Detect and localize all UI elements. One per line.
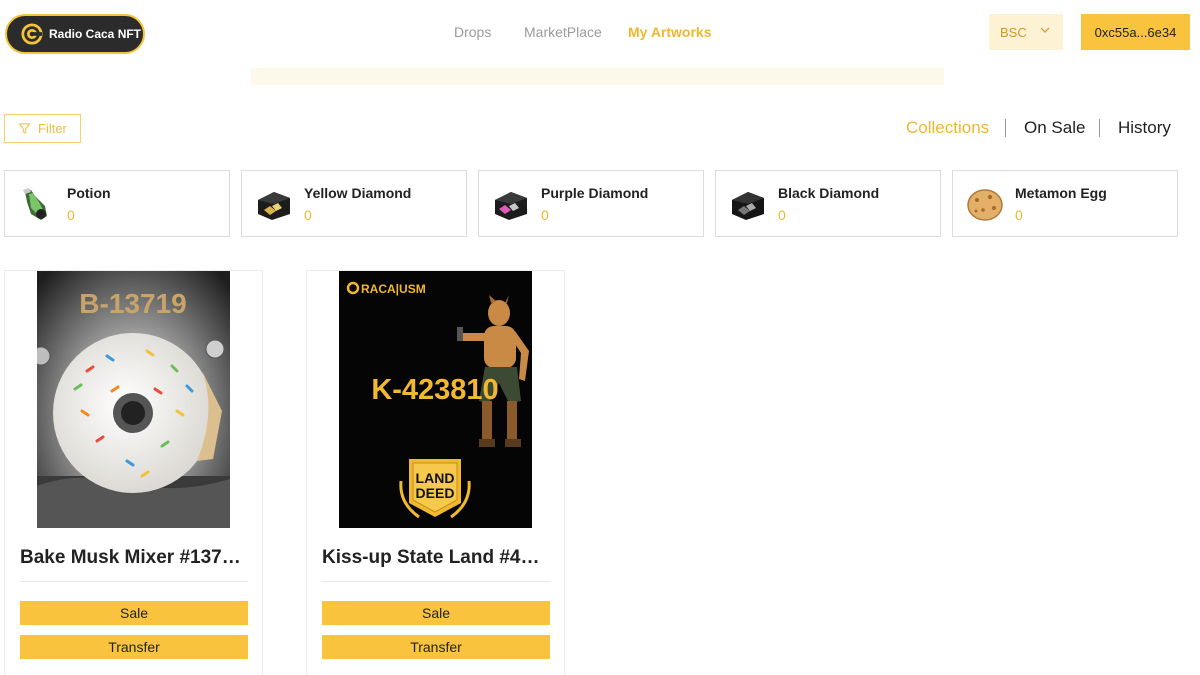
badge-line2: DEED bbox=[416, 485, 455, 501]
metamon-egg-icon bbox=[967, 189, 1003, 221]
artwork-image-land-deed[interactable]: RACA|USM K-423810 LAND DEED bbox=[339, 271, 532, 528]
top-header: Radio Caca NFT Drops MarketPlace My Artw… bbox=[0, 0, 1200, 68]
artwork-card[interactable]: RACA|USM K-423810 LAND DEED Kiss-up Stat… bbox=[306, 270, 565, 675]
tab-collections[interactable]: Collections bbox=[906, 118, 989, 138]
artwork-label-text: K-423810 bbox=[371, 374, 498, 406]
artwork-image-donut[interactable]: B-13719 bbox=[37, 271, 230, 528]
chain-selector-value: BSC bbox=[1000, 24, 1027, 40]
collection-name: Purple Diamond bbox=[541, 185, 649, 201]
transfer-button[interactable]: Transfer bbox=[322, 635, 550, 659]
logo-text: Radio Caca NFT bbox=[49, 27, 142, 41]
land-deed-artwork-image: RACA|USM K-423810 LAND DEED bbox=[339, 271, 532, 528]
collection-count: 0 bbox=[1015, 207, 1023, 223]
sale-button[interactable]: Sale bbox=[20, 601, 248, 625]
black-diamond-box-icon bbox=[732, 192, 764, 220]
nav-my-artworks[interactable]: My Artworks bbox=[628, 24, 712, 44]
chain-selector[interactable]: BSC bbox=[989, 14, 1063, 50]
transfer-button[interactable]: Transfer bbox=[20, 635, 248, 659]
collection-metamon-egg[interactable]: Metamon Egg 0 bbox=[952, 170, 1178, 237]
card-divider bbox=[20, 581, 248, 582]
chevron-down-icon bbox=[1040, 27, 1050, 33]
collection-black-diamond[interactable]: Black Diamond 0 bbox=[715, 170, 941, 237]
artwork-title: Kiss-up State Land #423... bbox=[322, 547, 550, 568]
radio-caca-logo[interactable]: Radio Caca NFT bbox=[5, 14, 145, 54]
nav-drops[interactable]: Drops bbox=[454, 24, 491, 44]
donut-artwork-image: B-13719 bbox=[37, 271, 230, 528]
collection-count: 0 bbox=[778, 207, 786, 223]
collection-count: 0 bbox=[67, 207, 75, 223]
radio-caca-logo-icon bbox=[21, 23, 43, 45]
collection-name: Metamon Egg bbox=[1015, 185, 1107, 201]
collection-yellow-diamond[interactable]: Yellow Diamond 0 bbox=[241, 170, 467, 237]
tab-on-sale[interactable]: On Sale bbox=[1024, 118, 1085, 138]
wallet-address-button[interactable]: 0xc55a...6e34 bbox=[1081, 14, 1190, 50]
filter-label: Filter bbox=[38, 121, 67, 136]
wallet-address: 0xc55a...6e34 bbox=[1094, 24, 1177, 40]
collection-name: Potion bbox=[67, 185, 111, 201]
artwork-card[interactable]: B-13719 Bake Musk Mixer #1371... Sale Tr… bbox=[4, 270, 263, 675]
potion-icon bbox=[23, 188, 47, 220]
tab-divider bbox=[1005, 119, 1006, 137]
badge-line1: LAND bbox=[416, 470, 455, 486]
card-divider bbox=[322, 581, 550, 582]
sale-button[interactable]: Sale bbox=[322, 601, 550, 625]
filter-button[interactable]: Filter bbox=[4, 114, 81, 143]
collection-count: 0 bbox=[304, 207, 312, 223]
collection-potion[interactable]: Potion 0 bbox=[4, 170, 230, 237]
collection-name: Black Diamond bbox=[778, 185, 880, 201]
filter-icon bbox=[18, 123, 31, 134]
artwork-title: Bake Musk Mixer #1371... bbox=[20, 547, 248, 568]
collection-count: 0 bbox=[541, 207, 549, 223]
purple-diamond-box-icon bbox=[495, 192, 527, 220]
tab-history[interactable]: History bbox=[1118, 118, 1171, 138]
artwork-brand-text: RACA|USM bbox=[361, 282, 426, 296]
yellow-diamond-box-icon bbox=[258, 192, 290, 220]
collection-purple-diamond[interactable]: Purple Diamond 0 bbox=[478, 170, 704, 237]
land-deed-badge: LAND DEED bbox=[399, 459, 471, 519]
artwork-label-text: B-13719 bbox=[79, 288, 186, 319]
collection-name: Yellow Diamond bbox=[304, 185, 412, 201]
nav-marketplace[interactable]: MarketPlace bbox=[524, 24, 602, 44]
tab-divider bbox=[1099, 119, 1100, 137]
